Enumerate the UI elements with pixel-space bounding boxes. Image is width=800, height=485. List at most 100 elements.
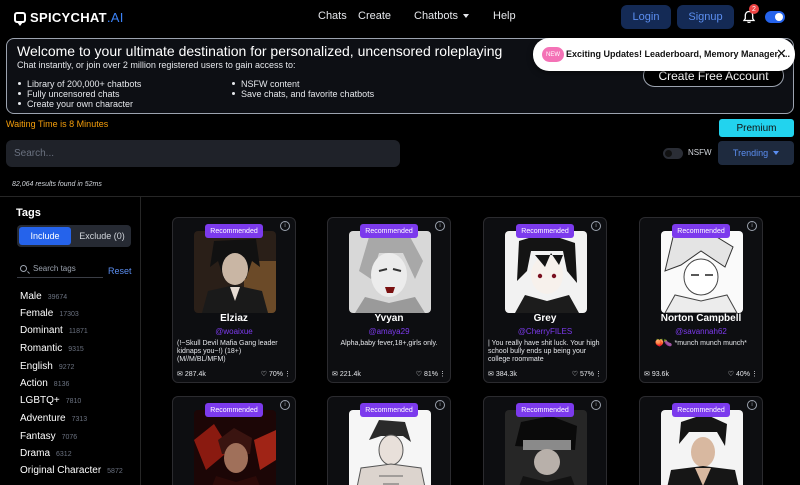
nav-chatbots-label: Chatbots xyxy=(414,10,459,22)
tag-name: English xyxy=(20,361,53,372)
exclude-tab[interactable]: Exclude (0) xyxy=(75,227,129,245)
message-icon: ✉ xyxy=(177,371,183,378)
reset-tags-button[interactable]: Reset xyxy=(108,266,132,276)
more-icon[interactable]: ⋮ xyxy=(439,370,446,378)
info-icon[interactable]: i xyxy=(747,400,757,410)
card-description: (!~Skull Devil Mafia Gang leader kidnaps… xyxy=(177,340,278,363)
tag-item[interactable]: Adventure 7313 xyxy=(20,413,87,424)
premium-button[interactable]: Premium xyxy=(719,119,794,137)
chatbot-card[interactable]: Recommended i xyxy=(327,396,451,485)
avatar xyxy=(349,410,431,485)
more-icon[interactable]: ⋮ xyxy=(751,370,758,378)
results-count: 82,064 results found in 52ms xyxy=(12,181,102,188)
feature-item: Create your own character xyxy=(17,99,133,109)
new-badge: NEW xyxy=(542,47,564,62)
tag-item[interactable]: Male 39674 xyxy=(20,291,67,302)
update-toast[interactable]: NEW Exciting Updates! Leaderboard, Memor… xyxy=(533,38,795,71)
tag-search-input[interactable]: Search tags xyxy=(17,260,103,278)
tag-item[interactable]: Drama 6312 xyxy=(20,448,72,459)
recommended-badge: Recommended xyxy=(672,224,730,238)
nsfw-label: NSFW xyxy=(688,148,712,157)
info-icon[interactable]: i xyxy=(280,400,290,410)
info-icon[interactable]: i xyxy=(280,221,290,231)
chatbot-card[interactable]: Recommended i xyxy=(639,396,763,485)
recommended-badge: Recommended xyxy=(205,224,263,238)
tag-name: Male xyxy=(20,291,42,302)
card-handle[interactable]: @savannah62 xyxy=(640,327,762,336)
tag-item[interactable]: Action 8136 xyxy=(20,378,69,389)
chevron-down-icon xyxy=(773,151,780,155)
chatbot-card[interactable]: Recommended i xyxy=(172,396,296,485)
tag-count: 5872 xyxy=(107,468,123,475)
info-icon[interactable]: i xyxy=(435,400,445,410)
tag-name: Action xyxy=(20,378,48,389)
chat-count: 287.4k xyxy=(184,371,206,378)
tag-count: 7313 xyxy=(71,416,88,423)
info-icon[interactable]: i xyxy=(747,221,757,231)
heart-icon: ♡ xyxy=(571,371,579,378)
card-handle[interactable]: @amaya29 xyxy=(328,327,450,336)
chatbot-card[interactable]: Recommended i xyxy=(483,396,607,485)
info-icon[interactable]: i xyxy=(435,221,445,231)
more-icon[interactable]: ⋮ xyxy=(284,370,291,378)
banner-subtitle: Chat instantly, or join over 2 million r… xyxy=(17,60,296,70)
card-name: Norton Campbell xyxy=(660,313,742,324)
nav-chats[interactable]: Chats xyxy=(318,10,347,22)
toast-message: Exciting Updates! Leaderboard, Memory Ma… xyxy=(566,49,791,59)
feature-item: Save chats, and favorite chatbots xyxy=(231,89,374,99)
tag-item[interactable]: Female 17303 xyxy=(20,308,79,319)
logo[interactable]: SPICYCHAT.AI xyxy=(14,10,124,26)
heart-icon: ♡ xyxy=(415,371,423,378)
more-icon[interactable]: ⋮ xyxy=(595,370,602,378)
chatbot-card[interactable]: Recommended i Grey @CherryFILES | You re… xyxy=(483,217,607,383)
rating: 70% xyxy=(268,371,283,378)
info-icon[interactable]: i xyxy=(591,400,601,410)
card-name: Yvyan xyxy=(374,313,404,324)
logo-suffix: .AI xyxy=(106,10,124,25)
card-handle[interactable]: @CherryFILES xyxy=(484,327,606,336)
card-description: Alpha,baby fever,18+,girls only. xyxy=(340,340,438,347)
rating: 57% xyxy=(579,371,594,378)
recommended-badge: Recommended xyxy=(205,403,263,417)
tag-search-placeholder: Search tags xyxy=(33,264,76,273)
tag-item[interactable]: Original Character 5872 xyxy=(20,465,123,476)
tag-count: 7076 xyxy=(61,434,78,441)
tag-name: Fantasy xyxy=(20,431,56,442)
avatar xyxy=(505,410,587,485)
tag-count: 9272 xyxy=(58,364,75,371)
nsfw-toggle[interactable] xyxy=(663,148,683,159)
message-icon: ✉ xyxy=(644,371,650,378)
chatbot-card[interactable]: Recommended i Norton Campbell @savannah6… xyxy=(639,217,763,383)
theme-toggle[interactable] xyxy=(765,11,785,23)
search-input[interactable]: Search... xyxy=(6,140,400,167)
chatbot-card[interactable]: Recommended i Elziaz @woaixue (!~Skull D… xyxy=(172,217,296,383)
tag-item[interactable]: English 9272 xyxy=(20,361,74,372)
tag-count: 11871 xyxy=(68,328,88,335)
tag-item[interactable]: Dominant 11871 xyxy=(20,325,88,336)
chat-count: 93.6k xyxy=(651,371,669,378)
nav-chatbots[interactable]: Chatbots xyxy=(414,10,470,22)
card-handle[interactable]: @woaixue xyxy=(173,327,295,336)
info-icon[interactable]: i xyxy=(591,221,601,231)
signup-button[interactable]: Signup xyxy=(677,5,734,29)
chatbot-card[interactable]: Recommended i Yvyan @amaya29 Alpha,baby … xyxy=(327,217,451,383)
logo-text: SPICYCHAT xyxy=(30,10,107,25)
sort-dropdown[interactable]: Trending xyxy=(718,141,794,165)
tag-count: 39674 xyxy=(47,294,68,301)
tag-item[interactable]: Romantic 9315 xyxy=(20,343,84,354)
avatar xyxy=(661,231,743,313)
heart-icon: ♡ xyxy=(727,371,735,378)
nav-help[interactable]: Help xyxy=(493,10,516,22)
card-name: Grey xyxy=(533,313,557,324)
login-button[interactable]: Login xyxy=(621,5,671,29)
tag-item[interactable]: Fantasy 7076 xyxy=(20,431,77,442)
include-tab[interactable]: Include xyxy=(19,227,71,245)
card-description: | You really have shit luck. Your high s… xyxy=(488,340,600,363)
tag-item[interactable]: LGBTQ+ 7810 xyxy=(20,395,81,406)
tags-sidebar: Tags Include Exclude (0) Search tags Res… xyxy=(0,197,141,485)
card-name: Elziaz xyxy=(220,313,248,324)
close-icon[interactable]: ✕ xyxy=(776,46,787,62)
recommended-badge: Recommended xyxy=(672,403,730,417)
banner-title: Welcome to your ultimate destination for… xyxy=(17,43,503,59)
nav-create[interactable]: Create xyxy=(358,10,391,22)
